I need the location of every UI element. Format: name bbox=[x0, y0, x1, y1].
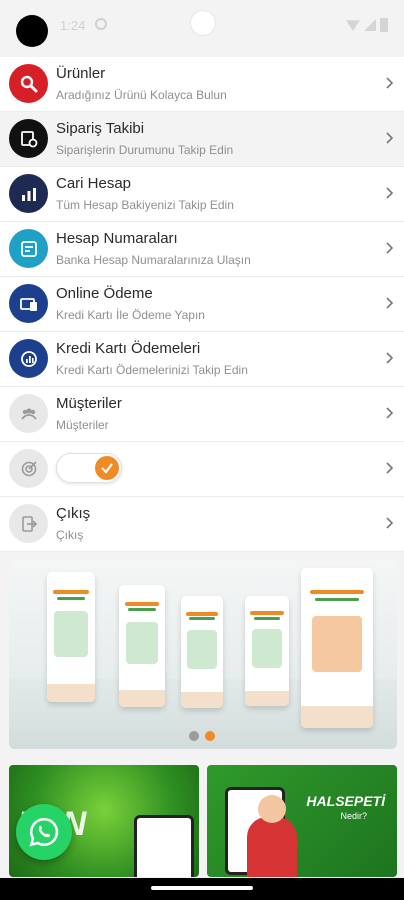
menu-item-subtitle: Banka Hesap Numaralarınıza Ulaşın bbox=[56, 253, 251, 267]
wifi-icon bbox=[346, 20, 360, 31]
banner-phone-mockup bbox=[119, 585, 165, 707]
status-icons bbox=[346, 18, 388, 32]
chevron-right-icon bbox=[386, 297, 394, 309]
chevron-right-icon bbox=[386, 517, 394, 529]
delivery-person-image bbox=[247, 817, 297, 877]
menu-item-musteriler[interactable]: Müşteriler Müşteriler bbox=[0, 387, 404, 442]
menu-item-subtitle: Tüm Hesap Bakiyenizi Takip Edin bbox=[56, 198, 234, 212]
target-icon bbox=[9, 449, 48, 488]
menu-item-title: Kredi Kartı Ödemeleri bbox=[56, 340, 201, 357]
battery-icon bbox=[380, 18, 388, 32]
online-payment-icon bbox=[9, 284, 48, 323]
order-tracking-icon bbox=[9, 119, 48, 158]
customers-icon bbox=[9, 394, 48, 433]
alarm-icon bbox=[95, 18, 107, 30]
chevron-right-icon bbox=[386, 242, 394, 254]
menu-item-hesap-numaralari[interactable]: Hesap Numaraları Banka Hesap Numaraların… bbox=[0, 222, 404, 277]
menu-item-subtitle: Aradığınız Ürünü Kolayca Bulun bbox=[56, 88, 227, 102]
menu-item-title: Müşteriler bbox=[56, 395, 122, 412]
system-nav-bar bbox=[0, 878, 404, 900]
feature-toggle[interactable] bbox=[56, 453, 122, 483]
menu-item-title: Online Ödeme bbox=[56, 285, 153, 302]
whatsapp-icon bbox=[29, 817, 59, 847]
banner-carousel[interactable] bbox=[9, 560, 397, 749]
promo-phone-image bbox=[134, 815, 194, 877]
promo-card-right[interactable]: HALSEPETİ Nedir? bbox=[207, 765, 397, 877]
menu-item-subtitle: Kredi Kartı Ödemelerinizi Takip Edin bbox=[56, 363, 248, 377]
card-payments-icon bbox=[9, 339, 48, 378]
banner-phone-mockup bbox=[181, 596, 223, 708]
promo-brand: HALSEPETİ bbox=[306, 793, 385, 809]
promo-brand-sub: Nedir? bbox=[340, 811, 367, 821]
menu-item-kredi-karti-odemeleri[interactable]: Kredi Kartı Ödemeleri Kredi Kartı Ödemel… bbox=[0, 332, 404, 387]
check-icon bbox=[95, 456, 119, 480]
menu-item-cari-hesap[interactable]: Cari Hesap Tüm Hesap Bakiyenizi Takip Ed… bbox=[0, 167, 404, 222]
menu-item-online-odeme[interactable]: Online Ödeme Kredi Kartı İle Ödeme Yapın bbox=[0, 277, 404, 332]
home-gesture-handle[interactable] bbox=[151, 886, 253, 890]
menu-item-toggle bbox=[0, 442, 404, 497]
status-bar: 1:24 bbox=[0, 0, 404, 50]
menu-item-title: Sipariş Takibi bbox=[56, 120, 145, 137]
account-chart-icon bbox=[9, 174, 48, 213]
logout-icon bbox=[9, 504, 48, 543]
chevron-right-icon bbox=[386, 407, 394, 419]
menu-item-title: Cari Hesap bbox=[56, 175, 132, 192]
status-time: 1:24 bbox=[60, 18, 86, 33]
banner-phone-mockup bbox=[245, 596, 289, 706]
chevron-right-icon bbox=[386, 187, 394, 199]
whatsapp-button[interactable] bbox=[16, 804, 72, 860]
menu-item-siparis-takibi[interactable]: Sipariş Takibi Siparişlerin Durumunu Tak… bbox=[0, 112, 404, 167]
chevron-right-icon bbox=[386, 77, 394, 89]
camera-cutout bbox=[190, 10, 216, 36]
banner-phone-mockup bbox=[47, 572, 95, 702]
menu-item-title: Çıkış bbox=[56, 505, 91, 522]
bank-account-icon bbox=[9, 229, 48, 268]
banner-phone-mockup bbox=[301, 568, 373, 728]
side-menu: Ürünler Aradığınız Ürünü Kolayca Bulun S… bbox=[0, 57, 404, 552]
menu-item-subtitle: Müşteriler bbox=[56, 418, 109, 432]
carousel-dots bbox=[189, 731, 215, 741]
menu-item-title: Ürünler bbox=[56, 65, 106, 82]
chevron-right-icon bbox=[386, 132, 394, 144]
chevron-right-icon bbox=[386, 462, 394, 474]
carousel-dot-active[interactable] bbox=[205, 731, 215, 741]
delivery-person-face bbox=[258, 795, 286, 823]
menu-item-title: Hesap Numaraları bbox=[56, 230, 178, 247]
signal-icon bbox=[364, 19, 376, 31]
menu-item-subtitle: Siparişlerin Durumunu Takip Edin bbox=[56, 143, 234, 157]
menu-item-subtitle: Çıkış bbox=[56, 528, 84, 542]
menu-item-subtitle: Kredi Kartı İle Ödeme Yapın bbox=[56, 308, 205, 322]
menu-item-urunler[interactable]: Ürünler Aradığınız Ürünü Kolayca Bulun bbox=[0, 57, 404, 112]
chevron-right-icon bbox=[386, 352, 394, 364]
carousel-dot[interactable] bbox=[189, 731, 199, 741]
profile-dot bbox=[16, 15, 48, 47]
menu-item-cikis[interactable]: Çıkış Çıkış bbox=[0, 497, 404, 552]
search-icon bbox=[9, 64, 48, 103]
